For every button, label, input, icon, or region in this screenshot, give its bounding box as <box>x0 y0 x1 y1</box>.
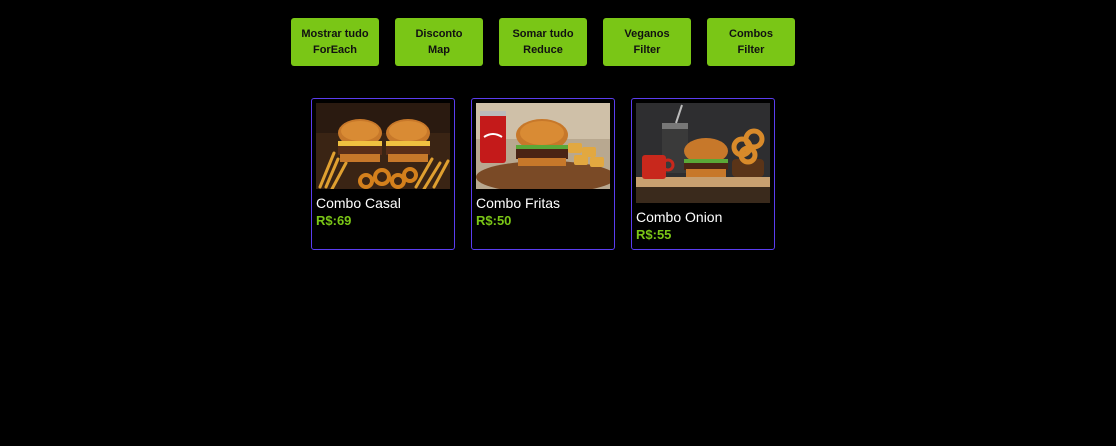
product-price: R$:55 <box>636 227 672 242</box>
button-label-line2: Filter <box>633 44 661 56</box>
button-label-line2: Filter <box>737 44 765 56</box>
product-card: Combo Casal R$:69 <box>311 98 455 250</box>
button-label-line1: Mostrar tudo <box>301 28 369 40</box>
button-label-line2: Reduce <box>523 44 563 56</box>
product-name: Combo Fritas <box>476 195 561 211</box>
filter-button-row: Mostrar tudo ForEach Disconto Map Somar … <box>291 18 795 66</box>
product-price: R$:69 <box>316 213 352 228</box>
product-name: Combo Onion <box>636 209 723 225</box>
product-list: Combo Casal R$:69 Combo Fritas R$:50 Com… <box>311 98 775 250</box>
show-all-foreach-button[interactable]: Mostrar tudo ForEach <box>291 18 379 66</box>
combos-filter-button[interactable]: Combos Filter <box>707 18 795 66</box>
product-price: R$:50 <box>476 213 512 228</box>
button-label-line1: Combos <box>729 28 773 40</box>
product-name: Combo Casal <box>316 195 401 211</box>
burger-onion-rings-image <box>636 103 770 203</box>
button-label-line1: Disconto <box>415 28 463 40</box>
discount-map-button[interactable]: Disconto Map <box>395 18 483 66</box>
button-label-line1: Somar tudo <box>512 28 574 40</box>
button-label-line2: ForEach <box>312 44 357 56</box>
burger-coke-fries-image <box>476 103 610 189</box>
product-card: Combo Fritas R$:50 <box>471 98 615 250</box>
double-burger-fries-image <box>316 103 450 189</box>
button-label-line1: Veganos <box>624 28 670 40</box>
page: Mostrar tudo ForEach Disconto Map Somar … <box>0 0 1116 446</box>
sum-all-reduce-button[interactable]: Somar tudo Reduce <box>499 18 587 66</box>
button-label-line2: Map <box>428 44 450 56</box>
product-card: Combo Onion R$:55 <box>631 98 775 250</box>
vegan-filter-button[interactable]: Veganos Filter <box>603 18 691 66</box>
